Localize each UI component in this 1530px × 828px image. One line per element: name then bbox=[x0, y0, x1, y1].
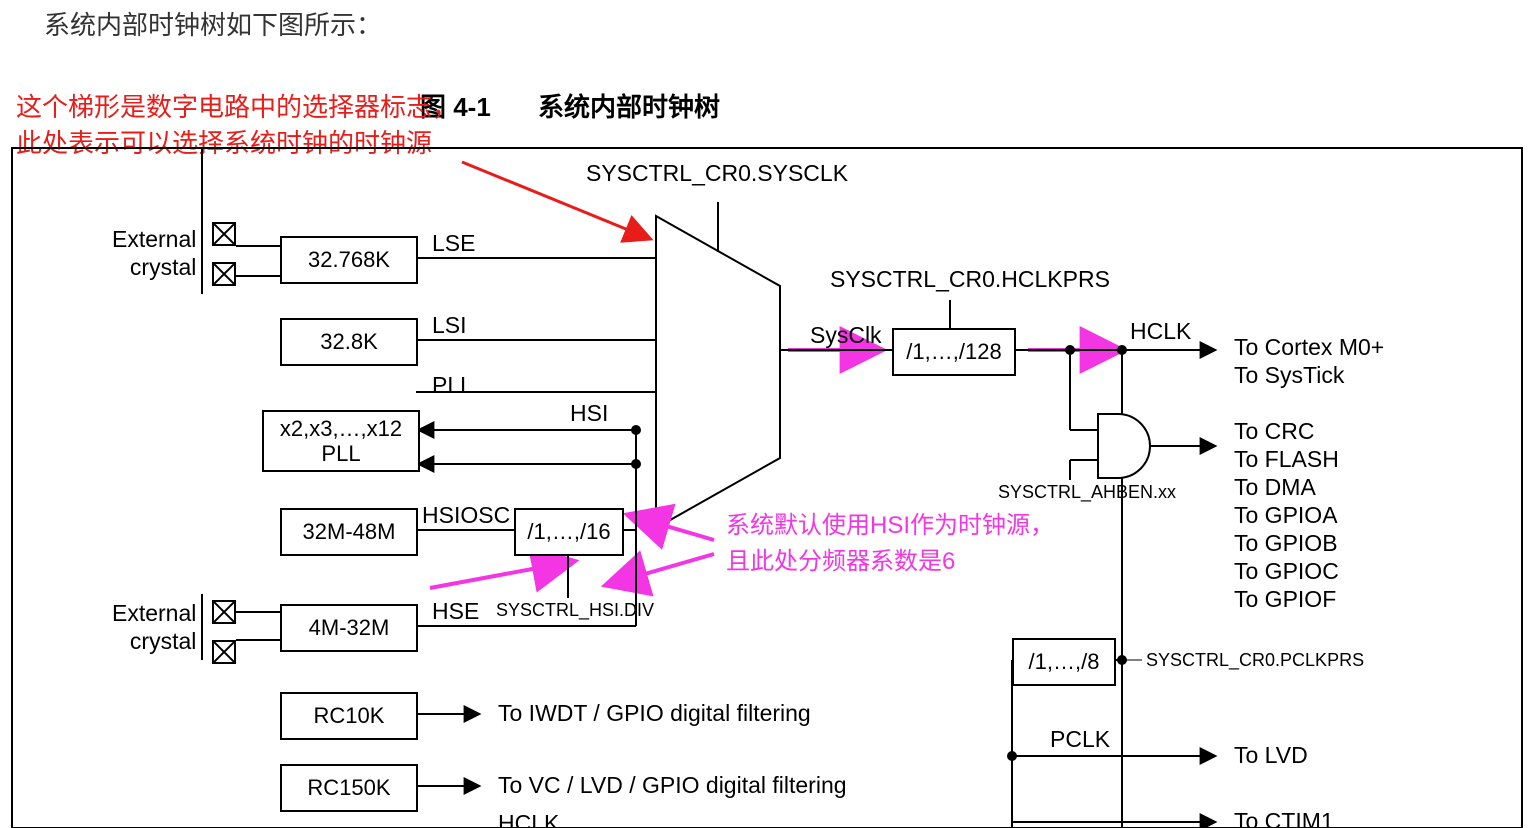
label-out-lvd: To LVD bbox=[1234, 742, 1308, 770]
pin-icon bbox=[212, 600, 236, 624]
box-hse-osc: 4M-32M bbox=[280, 604, 418, 652]
label-out-gpioc: To GPIOC bbox=[1234, 558, 1339, 586]
label-out-gpiob: To GPIOB bbox=[1234, 530, 1338, 558]
box-lsi-osc: 32.8K bbox=[280, 318, 418, 366]
label-out-ctim1: To CTIM1 bbox=[1234, 808, 1334, 828]
label-out-flash: To FLASH bbox=[1234, 446, 1339, 474]
label-sig-lse: LSE bbox=[432, 230, 475, 258]
node-dot bbox=[631, 425, 641, 435]
label-out-dma: To DMA bbox=[1234, 474, 1316, 502]
node-dot bbox=[1007, 751, 1017, 761]
label-sig-pclk: PCLK bbox=[1050, 726, 1110, 754]
label-out-crc: To CRC bbox=[1234, 418, 1315, 446]
box-pclk-divider: /1,…,/8 bbox=[1012, 638, 1116, 686]
label-external-crystal-lse: External crystal bbox=[112, 226, 196, 281]
label-reg-pclkprs: SYSCTRL_CR0.PCLKPRS bbox=[1146, 650, 1364, 672]
label-reg-hclkprs: SYSCTRL_CR0.HCLKPRS bbox=[830, 266, 1110, 294]
box-hsi-divider: /1,…,/16 bbox=[514, 508, 624, 556]
label-sig-pll: PLL bbox=[432, 372, 473, 400]
box-rc150k: RC150K bbox=[280, 764, 418, 812]
label-sig-hclk: HCLK bbox=[1130, 318, 1191, 346]
label-sig-hsiosc: HSIOSC bbox=[422, 502, 510, 530]
node-dot bbox=[1065, 345, 1075, 355]
label-out-gpiof: To GPIOF bbox=[1234, 586, 1336, 614]
label-reg-hsidiv: SYSCTRL_HSI.DIV bbox=[496, 600, 654, 622]
label-out-gpioa: To GPIOA bbox=[1234, 502, 1338, 530]
box-rc10k: RC10K bbox=[280, 692, 418, 740]
label-sig-lsi: LSI bbox=[432, 312, 467, 340]
label-sig-hse: HSE bbox=[432, 598, 479, 626]
label-sig-hsi: HSI bbox=[570, 400, 608, 428]
pin-icon bbox=[212, 262, 236, 286]
label-sig-hclk-b: HCLK bbox=[498, 810, 559, 828]
box-lse-osc: 32.768K bbox=[280, 236, 418, 284]
box-hclk-divider: /1,…,/128 bbox=[892, 328, 1016, 376]
box-hsiosc: 32M-48M bbox=[280, 508, 418, 556]
node-dot bbox=[1117, 655, 1127, 665]
label-out-cortex: To Cortex M0+ bbox=[1234, 334, 1384, 362]
label-reg-sysclk: SYSCTRL_CR0.SYSCLK bbox=[586, 160, 848, 188]
box-pll: x2,x3,…,x12 PLL bbox=[262, 410, 420, 472]
node-dot bbox=[1117, 345, 1127, 355]
node-dot bbox=[631, 459, 641, 469]
label-out-vc: To VC / LVD / GPIO digital filtering bbox=[498, 772, 847, 800]
label-out-iwdt: To IWDT / GPIO digital filtering bbox=[498, 700, 811, 728]
label-sig-sysclk: SysClk bbox=[810, 322, 882, 350]
label-external-crystal-hse: External crystal bbox=[112, 600, 196, 655]
label-reg-ahben: SYSCTRL_AHBEN.xx bbox=[998, 482, 1176, 504]
pin-icon bbox=[212, 640, 236, 664]
pin-icon bbox=[212, 222, 236, 246]
label-out-systick: To SysTick bbox=[1234, 362, 1344, 390]
